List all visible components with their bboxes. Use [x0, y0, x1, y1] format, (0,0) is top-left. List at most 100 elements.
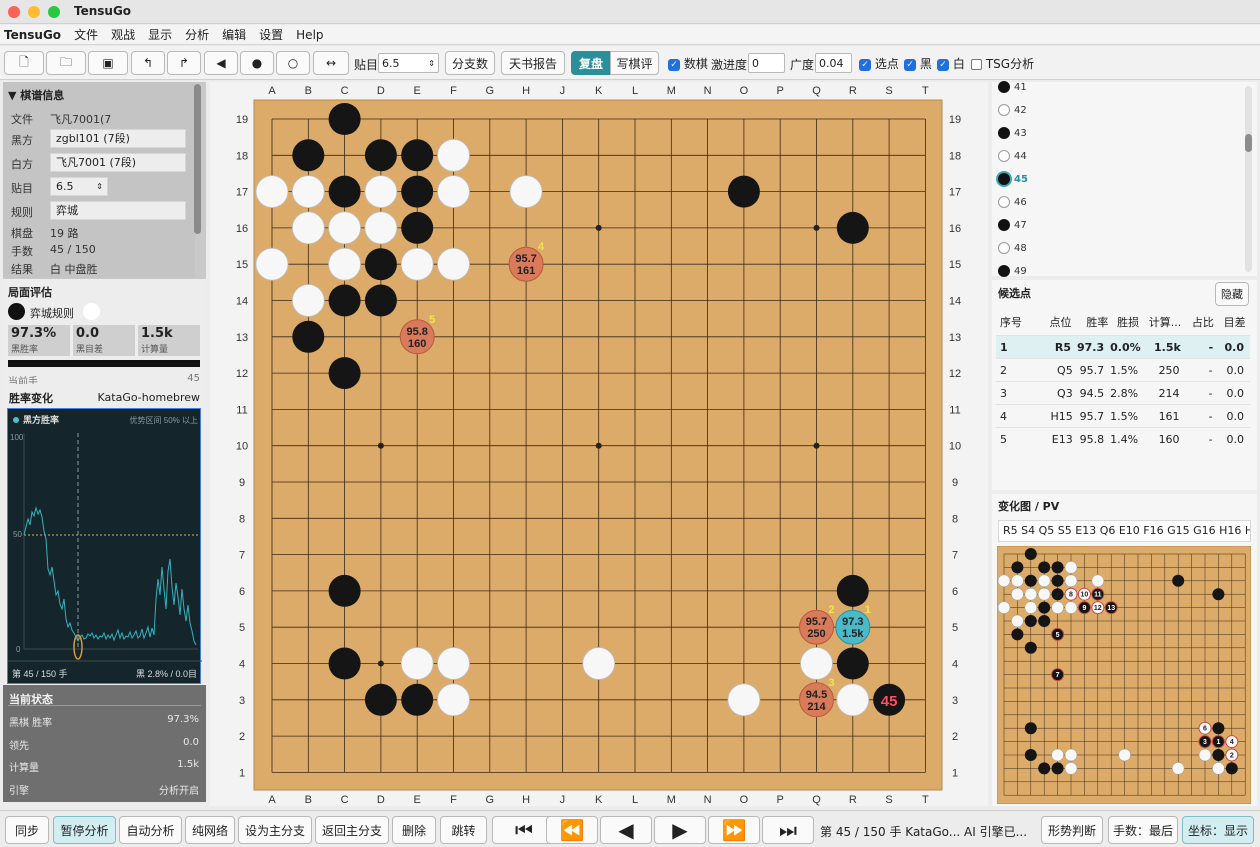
position-judge-button[interactable]: 形势判断	[1041, 816, 1103, 844]
black-stone-button[interactable]: ●	[240, 51, 274, 75]
hide-candidates-button[interactable]: 隐藏	[1215, 282, 1249, 306]
candidate-row[interactable]: 2 Q5 95.7 1.5% 250 -0.0	[996, 358, 1250, 381]
candidate-row[interactable]: 1 R5 97.3 0.0% 1.5k -0.0	[996, 335, 1250, 358]
pv-move-number: 6	[1203, 726, 1207, 733]
black-stone	[836, 574, 869, 607]
column-label-bottom: F	[450, 794, 457, 806]
left-scrollbar[interactable]	[194, 84, 201, 234]
komi-spinbox[interactable]: 6.5 ⇕	[378, 53, 439, 73]
row-label-left: 18	[236, 150, 248, 162]
breadth-input[interactable]: 0.04	[815, 53, 852, 73]
black-player-field[interactable]: zgbl101 (7段)	[50, 129, 186, 148]
new-file-button[interactable]: 🗋	[4, 51, 44, 75]
column-label-bottom: G	[486, 794, 495, 806]
candidate-cell: H15	[1050, 409, 1073, 423]
tsg-checkbox[interactable]: TSG分析	[971, 55, 1034, 72]
rule-field[interactable]: 弈城	[50, 201, 186, 220]
move-list-item[interactable]: 46	[998, 191, 1027, 213]
save-file-button[interactable]: ▣	[88, 51, 128, 75]
coordinate-toggle[interactable]: 坐标：显示	[1182, 816, 1254, 844]
minimize-window-button[interactable]	[28, 6, 40, 18]
black-circle-icon: ●	[251, 56, 263, 70]
sync-button[interactable]: 同步	[5, 816, 49, 844]
count-checkbox[interactable]: ✓ 数棋	[668, 55, 708, 72]
visits-label: 计算量	[141, 345, 169, 355]
menu-view[interactable]: 显示	[148, 26, 172, 43]
black-stone	[401, 175, 434, 208]
column-label-top: C	[341, 85, 349, 97]
winrate-value: 97.3%	[11, 326, 57, 341]
move-list-item[interactable]: 49	[998, 260, 1027, 282]
report-button[interactable]: 天书报告	[501, 51, 565, 75]
menu-edit[interactable]: 编辑	[222, 26, 246, 43]
review-mode-tab[interactable]: 复盘	[571, 51, 611, 75]
menu-app[interactable]: TensuGo	[4, 28, 61, 42]
menu-settings[interactable]: 设置	[259, 26, 283, 43]
pv-white-stone	[1011, 614, 1024, 628]
delete-button[interactable]: 删除	[392, 816, 436, 844]
white-stone	[364, 211, 398, 245]
move-list-item[interactable]: 44	[998, 145, 1027, 167]
komi-info-spinbox[interactable]: 6.5 ⇕	[50, 177, 108, 196]
branch-count-button[interactable]: 分支数	[445, 51, 495, 75]
aggressiveness-input[interactable]: 0	[748, 53, 785, 73]
close-window-button[interactable]	[8, 6, 20, 18]
undo-button[interactable]: ↰	[131, 51, 165, 75]
move-list-item[interactable]: 45	[998, 168, 1028, 190]
redo-button[interactable]: ↱	[167, 51, 201, 75]
move-number-toggle[interactable]: 手数：最后	[1108, 816, 1178, 844]
candidate-row[interactable]: 3 Q3 94.5 2.8% 214 -0.0	[996, 381, 1250, 404]
move-list-item[interactable]: 47	[998, 214, 1027, 236]
candidate-row[interactable]: 5 E13 95.8 1.4% 160 -0.0	[996, 427, 1250, 450]
white-checkbox[interactable]: ✓ 白	[937, 55, 965, 72]
go-board[interactable]: AABBCCDDEEFFGGHHJJKKLLMMNNOOPPQQRRSSTT19…	[210, 82, 988, 806]
pause-analysis-button[interactable]: 暂停分析	[53, 816, 116, 844]
back-one-button[interactable]: ◀	[600, 816, 652, 844]
white-stone-button[interactable]: ○	[276, 51, 310, 75]
forward-ten-button[interactable]: ⏩	[708, 816, 760, 844]
return-main-branch-button[interactable]: 返回主分支	[315, 816, 389, 844]
kifu-info-header[interactable]: ▼ 棋谱信息	[3, 84, 69, 106]
zoom-window-button[interactable]	[48, 6, 60, 18]
auto-analysis-button[interactable]: 自动分析	[119, 816, 182, 844]
winrate-chart[interactable]: 黑方胜率 优势区间 50% 以上 100 50 0 第 45 / 150 手 黑…	[7, 408, 202, 684]
move-list-scroll-thumb[interactable]	[1245, 134, 1252, 152]
flip-board-button[interactable]: ↔	[313, 51, 349, 75]
back-ten-button[interactable]: ⏪	[546, 816, 598, 844]
tsg-label: TSG分析	[985, 57, 1035, 71]
move-list-item[interactable]: 43	[998, 122, 1027, 144]
pv-white-stone	[1212, 762, 1225, 775]
black-checkbox[interactable]: ✓ 黑	[904, 55, 932, 72]
comment-mode-tab[interactable]: 写棋评	[610, 51, 659, 75]
white-player-field[interactable]: 飞凡7001 (7段)	[50, 153, 186, 172]
row-label-left: 13	[236, 332, 248, 344]
candidate-row[interactable]: 4 H15 95.7 1.5% 161 -0.0	[996, 404, 1250, 427]
menu-help[interactable]: Help	[296, 28, 323, 42]
menu-watch[interactable]: 观战	[111, 26, 135, 43]
black-stone-icon	[8, 303, 25, 320]
forward-one-button[interactable]: ▶	[654, 816, 706, 844]
select-point-checkbox[interactable]: ✓ 选点	[859, 55, 899, 72]
move-list-item[interactable]: 41	[998, 76, 1027, 98]
column-label-top: S	[885, 85, 892, 97]
pure-network-button[interactable]: 纯网络	[185, 816, 235, 844]
candidate-cell: 3	[1000, 386, 1007, 400]
move-list-scroll-track[interactable]	[1245, 86, 1252, 272]
move-list-item[interactable]: 48	[998, 237, 1027, 259]
candidate-rank: 4	[538, 241, 545, 253]
row-label-left: 12	[236, 368, 248, 380]
column-label-top: T	[922, 85, 929, 97]
pv-board[interactable]: 123 45678910 1112 13	[997, 546, 1251, 804]
jump-button[interactable]: 跳转	[440, 816, 487, 844]
set-main-branch-button[interactable]: 设为主分支	[238, 816, 312, 844]
pv-black-stone	[1011, 561, 1024, 574]
menu-file[interactable]: 文件	[74, 26, 98, 43]
last-move-button[interactable]: ⏭	[762, 816, 814, 844]
prev-move-button[interactable]: ◀	[204, 51, 238, 75]
candidate-cell: 97.3	[1077, 340, 1105, 354]
toolbar: 🗋 🗀 ▣ ↰ ↱ ◀ ● ○ ↔ 贴目 6.5 ⇕ 分支数 天书报告 复盘 写棋…	[0, 46, 1260, 80]
menu-analysis[interactable]: 分析	[185, 26, 209, 43]
move-list-item[interactable]: 42	[998, 99, 1027, 121]
status-visits-value: 1.5k	[177, 759, 199, 770]
open-file-button[interactable]: 🗀	[46, 51, 86, 75]
